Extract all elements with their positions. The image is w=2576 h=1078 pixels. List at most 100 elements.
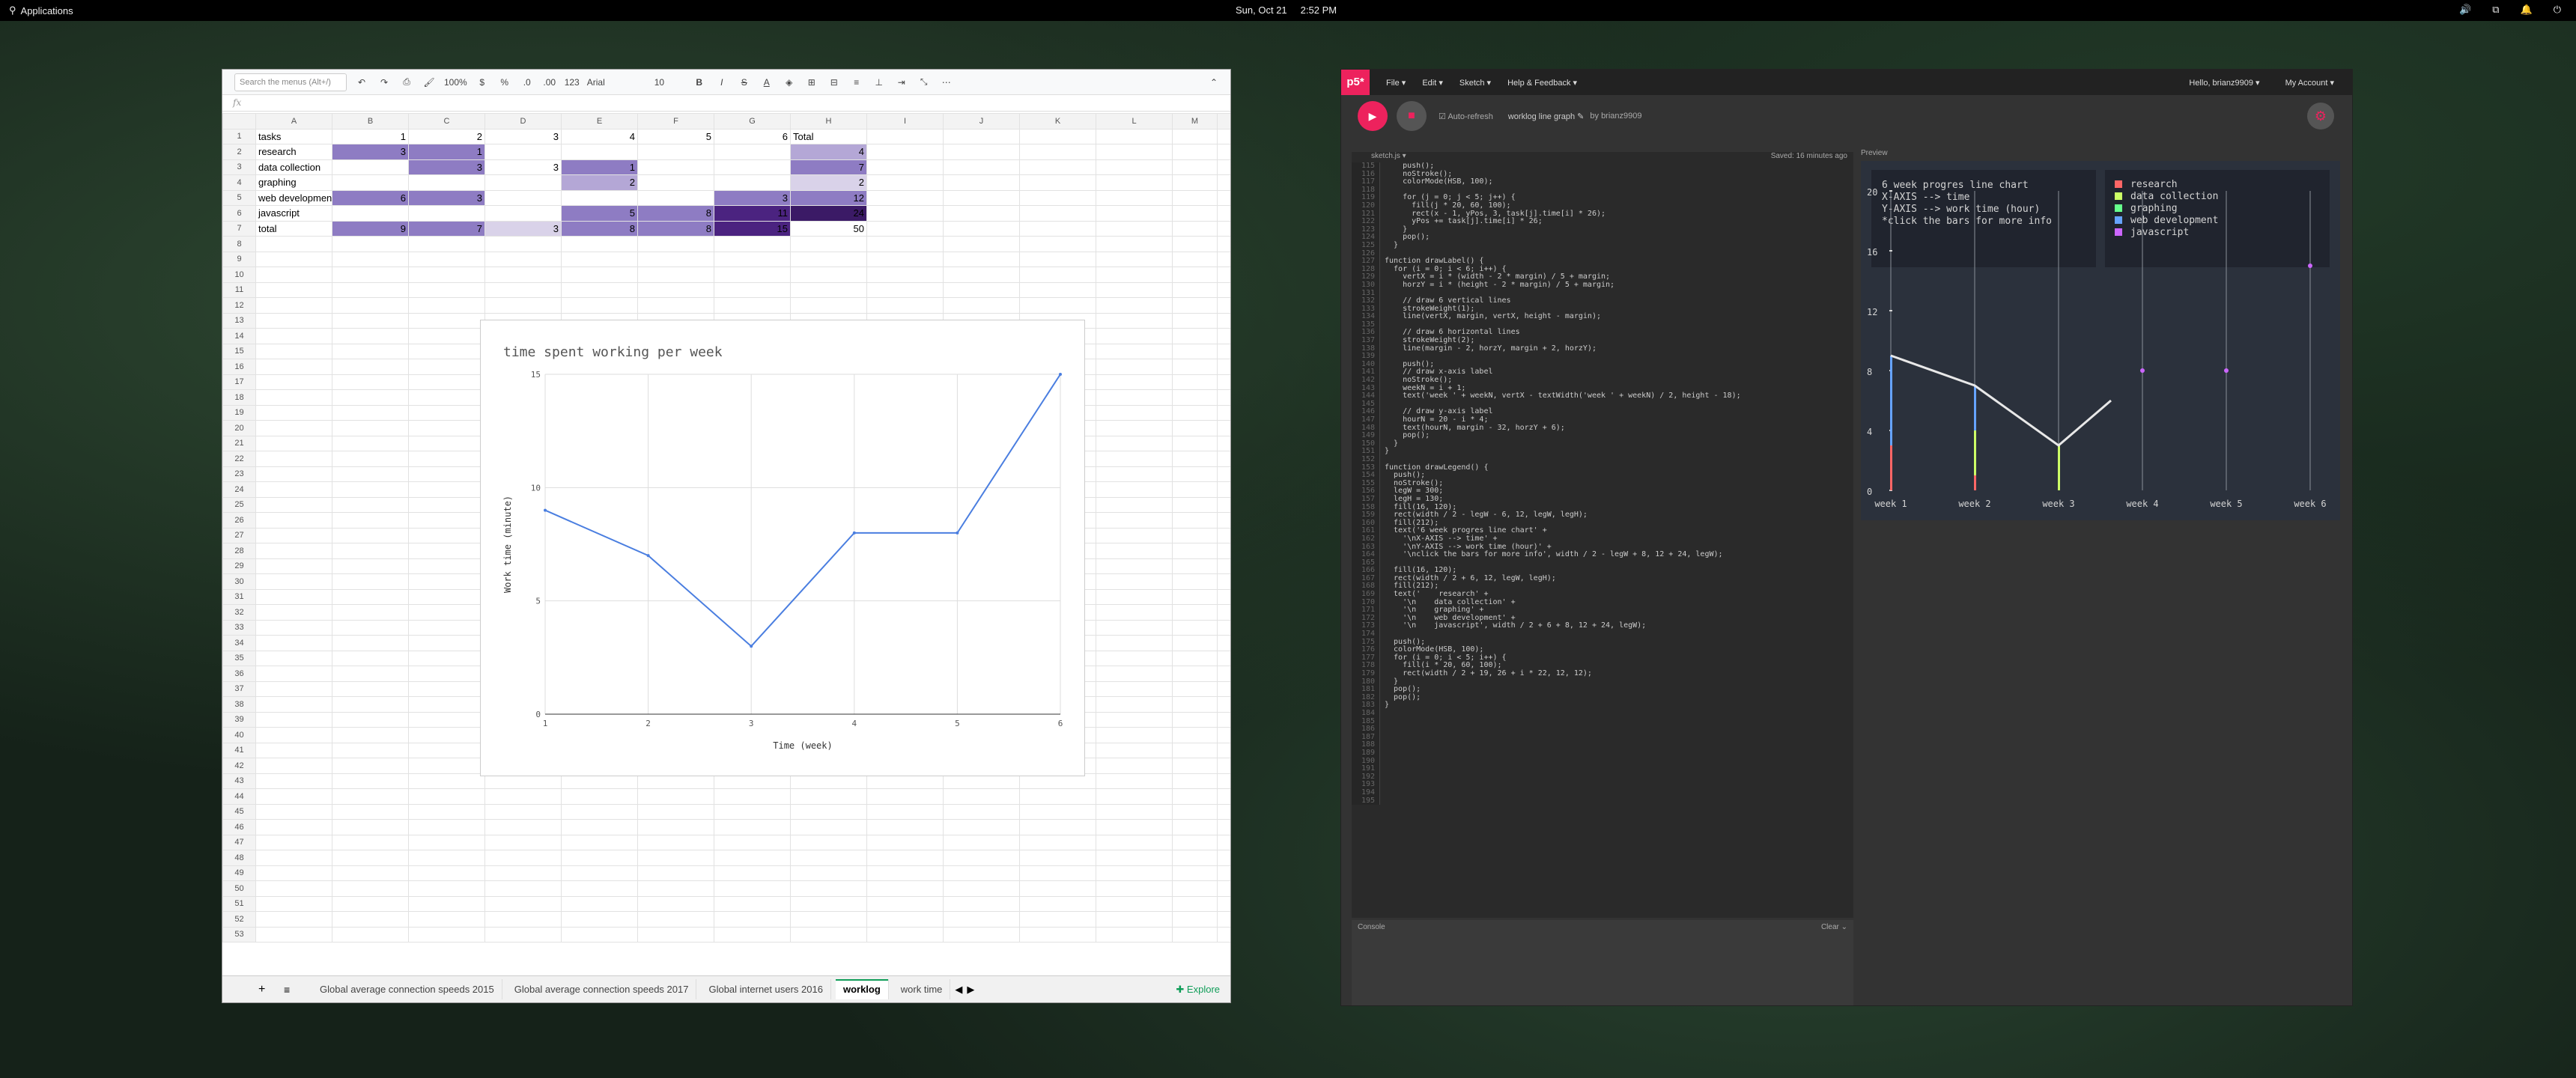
cell[interactable] [1096, 527, 1173, 543]
cell[interactable]: 1 [408, 144, 485, 160]
cell[interactable] [943, 251, 1020, 267]
cell[interactable]: 4 [790, 144, 867, 160]
cell[interactable] [332, 512, 409, 529]
cell[interactable] [1172, 650, 1218, 666]
cell[interactable] [255, 696, 332, 713]
cell[interactable] [408, 297, 485, 314]
row-header[interactable]: 33 [222, 619, 256, 636]
cell[interactable] [866, 174, 944, 191]
format-select[interactable]: 123 [565, 77, 580, 88]
cell[interactable] [1172, 573, 1218, 590]
cell[interactable] [332, 312, 409, 329]
code-line[interactable]: 134 line(vertX, margin, vertX, height - … [1352, 313, 1853, 321]
cell[interactable] [1096, 451, 1173, 467]
cell[interactable] [332, 205, 409, 222]
cell[interactable] [866, 297, 944, 314]
row-header[interactable]: 31 [222, 588, 256, 605]
code-line[interactable]: 125 } [1352, 241, 1853, 250]
cell[interactable] [1019, 220, 1096, 237]
cell[interactable] [637, 189, 714, 206]
cell[interactable] [790, 803, 867, 820]
cell[interactable] [1172, 619, 1218, 636]
cell[interactable] [255, 850, 332, 866]
row-header[interactable]: 16 [222, 359, 256, 375]
cell[interactable] [484, 803, 562, 820]
cell[interactable] [561, 850, 638, 866]
column-header-M[interactable]: M [1172, 113, 1218, 130]
cell[interactable] [561, 236, 638, 252]
cell[interactable]: 1 [332, 128, 409, 144]
cell[interactable] [1096, 236, 1173, 252]
cell[interactable] [332, 895, 409, 912]
code-line[interactable]: 188 [1352, 741, 1853, 749]
auto-refresh-checkbox[interactable]: ☑ Auto-refresh [1439, 112, 1493, 121]
cell[interactable] [332, 374, 409, 390]
cell[interactable] [332, 758, 409, 774]
cell[interactable] [1019, 880, 1096, 897]
row-header[interactable]: 2 [222, 144, 256, 160]
code-line[interactable]: 153 function drawLegend() { [1352, 463, 1853, 472]
row-header[interactable]: 52 [222, 911, 256, 928]
row-header[interactable]: 1 [222, 128, 256, 144]
cell[interactable] [637, 236, 714, 252]
cell[interactable] [866, 205, 944, 222]
cell[interactable] [1172, 128, 1218, 144]
cell[interactable] [332, 159, 409, 175]
cell[interactable]: 6 [332, 189, 409, 206]
cell[interactable]: 5 [637, 128, 714, 144]
menu-help[interactable]: Help & Feedback ▾ [1507, 78, 1577, 88]
cell[interactable] [255, 496, 332, 513]
code-line[interactable]: 162 '\nX-AXIS --> time' + [1352, 535, 1853, 543]
cell[interactable] [255, 359, 332, 375]
code-line[interactable]: 195 [1352, 797, 1853, 806]
cell[interactable] [714, 911, 791, 928]
redo-icon[interactable]: ↷ [377, 77, 392, 88]
cell[interactable] [332, 650, 409, 666]
cell[interactable] [1019, 205, 1096, 222]
cell[interactable] [866, 159, 944, 175]
cell[interactable] [408, 343, 485, 359]
cell[interactable] [332, 297, 409, 314]
p5-logo[interactable]: p5* [1341, 70, 1370, 95]
code-line[interactable]: 152 [1352, 455, 1853, 464]
code-line[interactable]: 164 '\nclick the bars for more info', wi… [1352, 550, 1853, 559]
cell[interactable] [1096, 174, 1173, 191]
cell[interactable] [943, 128, 1020, 144]
collapse-toolbar-icon[interactable]: ⌃ [1206, 77, 1221, 88]
cell[interactable]: 9 [332, 220, 409, 237]
undo-icon[interactable]: ↶ [354, 77, 369, 88]
cell[interactable] [332, 696, 409, 713]
cell[interactable] [714, 819, 791, 835]
cell[interactable]: 5 [561, 205, 638, 222]
row-header[interactable]: 29 [222, 558, 256, 574]
cell[interactable] [561, 297, 638, 314]
cell[interactable] [1172, 451, 1218, 467]
cell[interactable]: data collection [255, 159, 332, 175]
cell[interactable] [1019, 911, 1096, 928]
cell[interactable] [332, 773, 409, 789]
row-header[interactable]: 39 [222, 711, 256, 728]
cell[interactable] [408, 236, 485, 252]
applications-menu[interactable]: ⚲ Applications [9, 4, 73, 16]
cell[interactable] [1172, 773, 1218, 789]
cell[interactable]: 8 [637, 205, 714, 222]
row-header[interactable]: 15 [222, 343, 256, 359]
cell[interactable] [943, 834, 1020, 850]
cell[interactable] [255, 466, 332, 482]
code-line[interactable]: 183} [1352, 701, 1853, 710]
cell[interactable] [1172, 819, 1218, 835]
cell[interactable] [1172, 742, 1218, 758]
cell[interactable] [866, 788, 944, 805]
row-header[interactable]: 37 [222, 680, 256, 697]
cell[interactable] [1096, 328, 1173, 344]
cell[interactable] [1172, 267, 1218, 283]
cell[interactable] [1019, 834, 1096, 850]
cell[interactable] [255, 711, 332, 728]
row-header[interactable]: 44 [222, 788, 256, 805]
cell[interactable] [943, 174, 1020, 191]
cell[interactable] [561, 251, 638, 267]
cell[interactable] [1172, 711, 1218, 728]
cell[interactable] [714, 788, 791, 805]
cell[interactable] [332, 496, 409, 513]
cell[interactable] [866, 144, 944, 160]
